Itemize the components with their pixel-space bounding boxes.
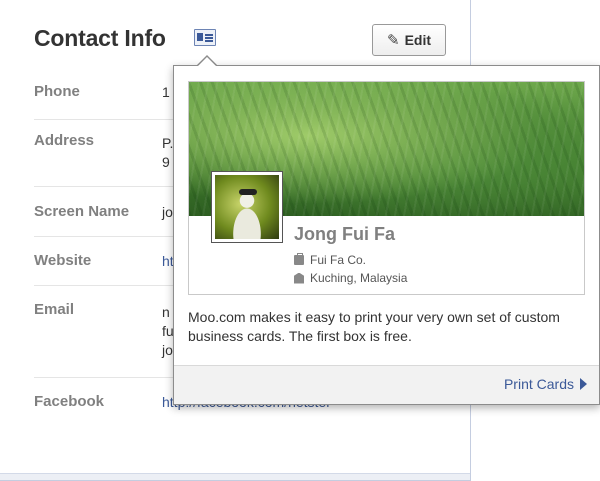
card-location-line: Kuching, Malaysia <box>294 271 407 285</box>
panel-footer-bar <box>0 473 470 480</box>
card-name: Jong Fui Fa <box>294 224 395 244</box>
email-line-2: fu <box>162 323 174 339</box>
card-location: Kuching, Malaysia <box>310 271 408 285</box>
website-link[interactable]: ht <box>162 252 174 271</box>
popup-pointer-fill <box>197 57 217 67</box>
card-company: Fui Fa Co. <box>310 253 367 267</box>
email-line-3: jo <box>162 342 173 358</box>
phone-label: Phone <box>34 83 80 100</box>
address-label: Address <box>34 132 95 149</box>
screen-name-label: Screen Name <box>34 203 130 220</box>
avatar <box>211 171 283 243</box>
pencil-icon: ✎ <box>386 32 400 49</box>
facebook-label: Facebook <box>34 393 105 410</box>
print-cards-link[interactable]: Print Cards <box>504 376 587 392</box>
profile-photo <box>215 175 279 239</box>
edit-button[interactable]: ✎ Edit <box>372 24 446 56</box>
promo-text: Moo.com makes it easy to print your very… <box>188 309 560 344</box>
address-line-1: P. <box>162 135 174 151</box>
email-line-1: n <box>162 304 170 320</box>
triangle-right-icon <box>580 378 587 390</box>
website-label: Website <box>34 252 92 269</box>
business-card-icon[interactable] <box>194 29 216 46</box>
business-card-preview: Jong Fui Fa Fui Fa Co. Kuching, Malaysia <box>188 81 585 295</box>
print-cards-label: Print Cards <box>503 376 574 392</box>
screen-name-value: jo <box>162 204 173 220</box>
edit-label: Edit <box>404 32 432 48</box>
briefcase-icon <box>294 253 304 265</box>
address-line-2: 9 <box>162 154 170 170</box>
business-card-popup: Jong Fui Fa Fui Fa Co. Kuching, Malaysia… <box>173 65 600 405</box>
section-title: Contact Info <box>34 25 166 51</box>
phone-value: 1 <box>162 84 170 100</box>
card-company-line: Fui Fa Co. <box>294 253 366 267</box>
email-label: Email <box>34 301 75 318</box>
building-icon <box>294 272 304 284</box>
popup-footer: Print Cards <box>174 365 599 404</box>
